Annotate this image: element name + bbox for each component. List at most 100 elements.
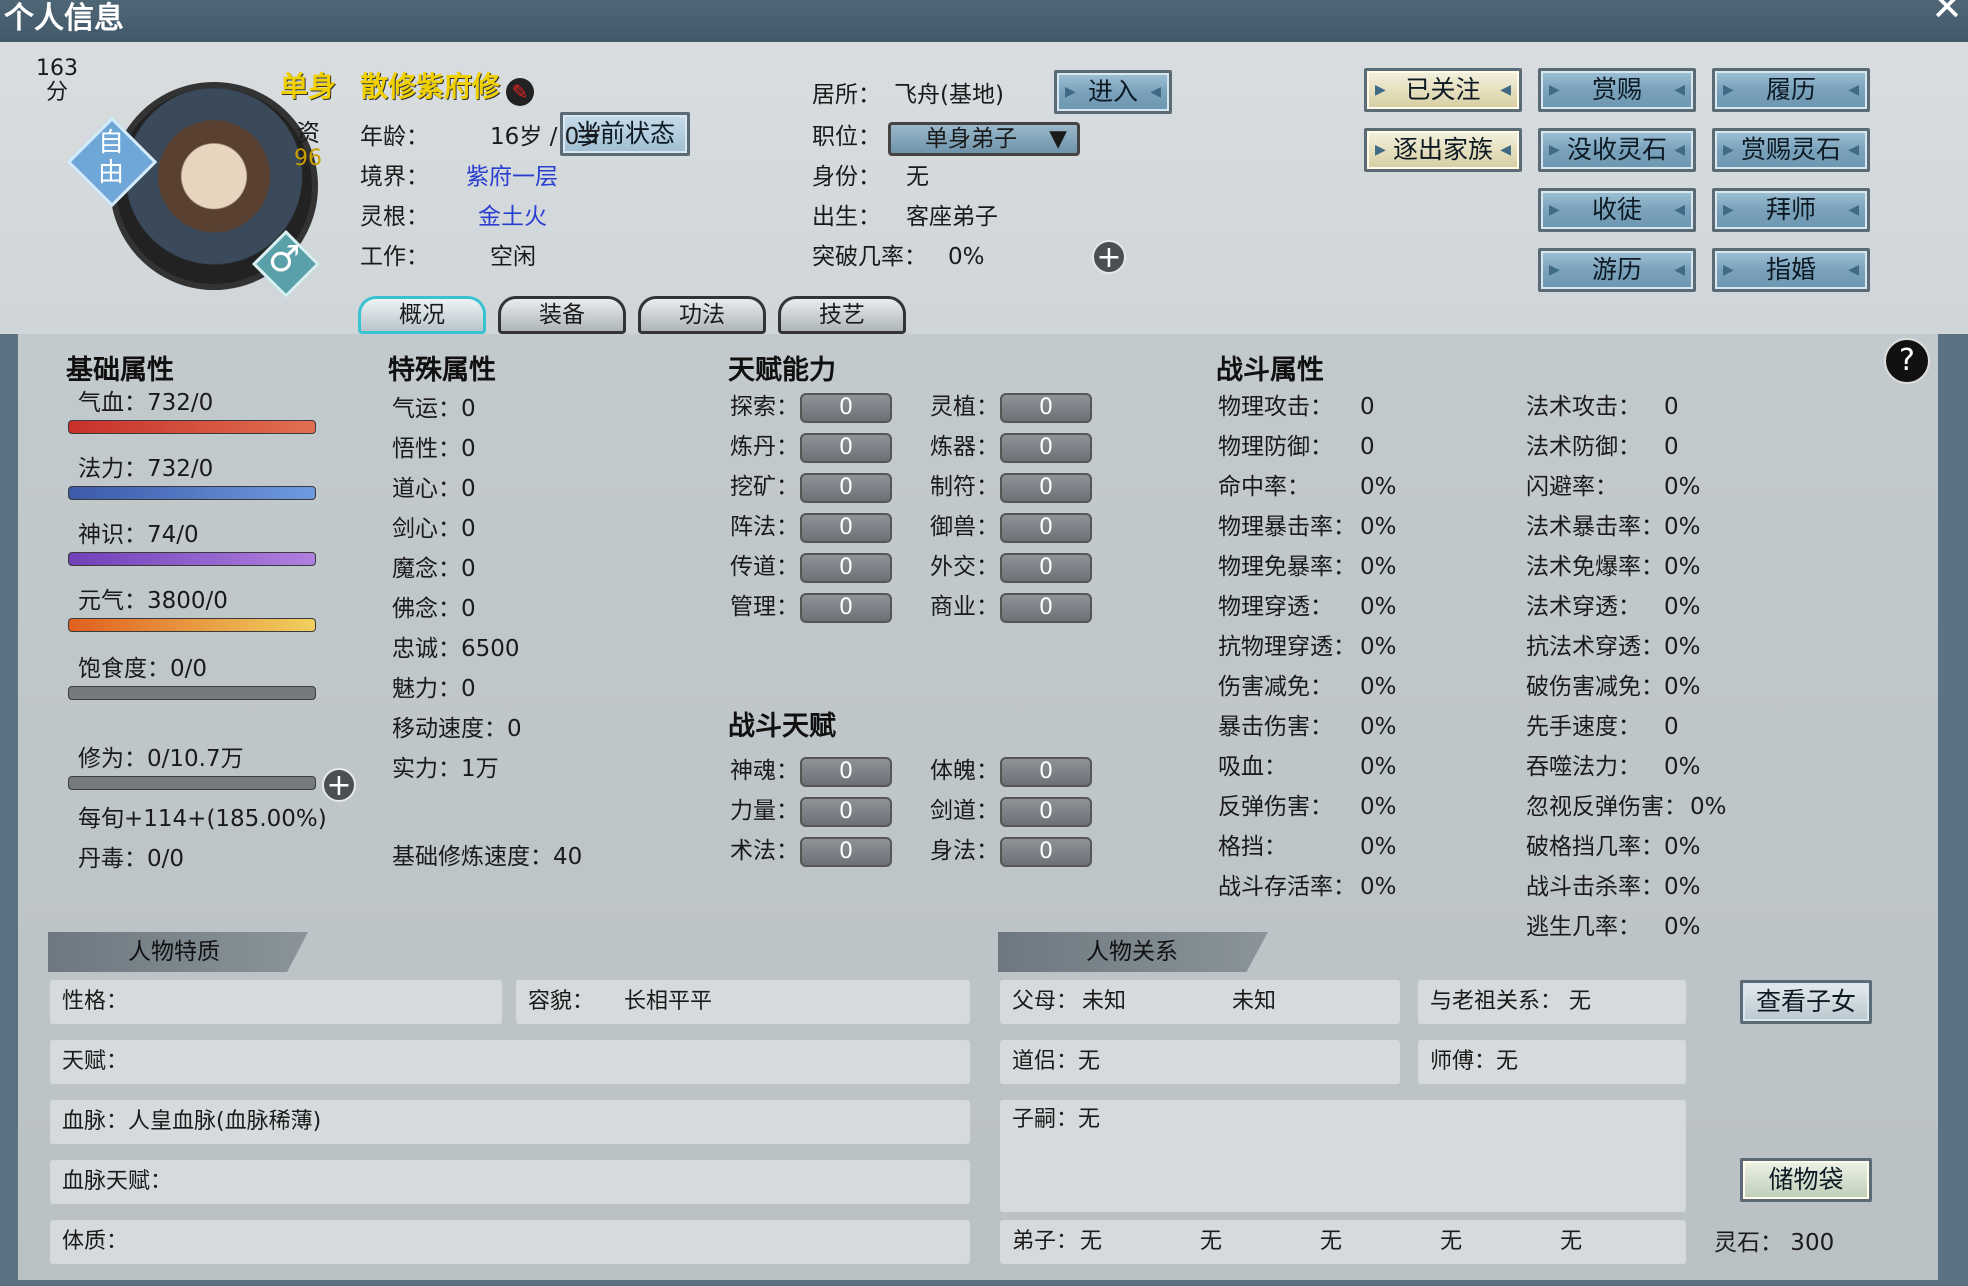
stat-label: 先手速度： bbox=[1526, 714, 1641, 740]
reward-button[interactable]: 赏赐 bbox=[1538, 68, 1696, 112]
disciples-field: 弟子：无无无无无 bbox=[1000, 1220, 1686, 1264]
stat-label: 传道： bbox=[730, 554, 799, 580]
physique-field: 体质： bbox=[50, 1220, 970, 1264]
looks-field: 容貌： 长相平平 bbox=[516, 980, 970, 1024]
root-label: 灵根： bbox=[360, 204, 429, 230]
travel-button[interactable]: 游历 bbox=[1538, 248, 1696, 292]
parent-2[interactable]: 未知 bbox=[1232, 989, 1276, 1014]
disciple-slot[interactable]: 无 bbox=[1320, 1229, 1342, 1254]
stat-value: 0% bbox=[1360, 594, 1397, 620]
combat-title: 战斗属性 bbox=[1216, 355, 1324, 386]
basic-title: 基础属性 bbox=[66, 355, 174, 386]
expel-button[interactable]: 逐出家族 bbox=[1364, 128, 1522, 172]
talent-value: 0 bbox=[1000, 433, 1092, 463]
special-item: 佛念：0 bbox=[392, 596, 476, 622]
talent-value: 0 bbox=[800, 433, 892, 463]
disciple-slot[interactable]: 无 bbox=[1560, 1229, 1582, 1254]
gift-field: 天赋： bbox=[50, 1040, 970, 1084]
parent-1[interactable]: 未知 bbox=[1082, 989, 1126, 1014]
arrange-marriage-button[interactable]: 指婚 bbox=[1712, 248, 1870, 292]
birth-value: 客座弟子 bbox=[906, 204, 998, 230]
cultivation-plus-icon[interactable]: + bbox=[322, 768, 356, 802]
stat-label: 体魄： bbox=[930, 758, 999, 784]
help-icon[interactable]: ? bbox=[1884, 338, 1930, 384]
special-item: 移动速度：0 bbox=[392, 716, 522, 742]
battle-talent-value: 0 bbox=[800, 797, 892, 827]
male-icon: ♂ bbox=[268, 239, 301, 280]
food-text: 饱食度：0/0 bbox=[78, 656, 208, 682]
seek-master-button[interactable]: 拜师 bbox=[1712, 188, 1870, 232]
base-speed: 基础修炼速度：40 bbox=[392, 844, 583, 870]
stat-label: 力量： bbox=[730, 798, 799, 824]
stat-value: 0% bbox=[1664, 754, 1701, 780]
talent-value: 0 bbox=[1000, 393, 1092, 423]
cultivation-text: 修为：0/10.7万 bbox=[78, 746, 244, 772]
close-icon[interactable]: ✕ bbox=[1920, 0, 1968, 26]
stat-value: 0 bbox=[1664, 714, 1679, 740]
take-disciple-button[interactable]: 收徒 bbox=[1538, 188, 1696, 232]
marital-status: 单身 bbox=[280, 70, 337, 103]
stat-label: 战斗击杀率： bbox=[1526, 874, 1664, 900]
tab-crafts[interactable]: 技艺 bbox=[778, 296, 906, 334]
breakthrough-label: 突破几率： bbox=[812, 244, 927, 270]
tab-overview[interactable]: 概况 bbox=[358, 296, 486, 334]
cultivation-bar bbox=[68, 776, 316, 790]
stat-label: 法术免爆率： bbox=[1526, 554, 1664, 580]
ancestor-field: 与老祖关系： 无 bbox=[1418, 980, 1686, 1024]
special-item: 道心：0 bbox=[392, 476, 476, 502]
special-item: 悟性：0 bbox=[392, 436, 476, 462]
stat-label: 破伤害减免： bbox=[1526, 674, 1664, 700]
stat-value: 0 bbox=[1360, 434, 1375, 460]
stat-value: 0% bbox=[1360, 674, 1397, 700]
battle-talent-value: 0 bbox=[1000, 757, 1092, 787]
stat-value: 0% bbox=[1360, 514, 1397, 540]
talent-value: 0 bbox=[800, 593, 892, 623]
residence-value: 飞舟(基地) bbox=[894, 82, 1004, 108]
tab-equipment[interactable]: 装备 bbox=[498, 296, 626, 334]
age-value: 16岁 / 0岁 bbox=[490, 124, 603, 150]
confiscate-stone-button[interactable]: 没收灵石 bbox=[1538, 128, 1696, 172]
stat-label: 物理攻击： bbox=[1218, 394, 1333, 420]
stat-label: 法术暴击率： bbox=[1526, 514, 1664, 540]
stat-label: 吸血： bbox=[1218, 754, 1287, 780]
mp-bar bbox=[68, 486, 316, 500]
storage-bag-button[interactable]: 储物袋 bbox=[1740, 1158, 1872, 1202]
stat-label: 战斗存活率： bbox=[1218, 874, 1356, 900]
history-button[interactable]: 履历 bbox=[1712, 68, 1870, 112]
root-value: 金土火 bbox=[478, 204, 547, 230]
special-item: 实力：1万 bbox=[392, 756, 499, 782]
follow-button[interactable]: 已关注 bbox=[1364, 68, 1522, 112]
special-title: 特殊属性 bbox=[388, 355, 496, 386]
stat-label: 商业： bbox=[930, 594, 999, 620]
disciples-label: 弟子： bbox=[1012, 1229, 1079, 1254]
disciple-slot[interactable]: 无 bbox=[1080, 1229, 1102, 1254]
stat-label: 神魂： bbox=[730, 758, 799, 784]
stat-label: 吞噬法力： bbox=[1526, 754, 1641, 780]
stat-value: 0% bbox=[1664, 634, 1701, 660]
stat-label: 破格挡几率： bbox=[1526, 834, 1664, 860]
reward-stone-button[interactable]: 赏赐灵石 bbox=[1712, 128, 1870, 172]
score-unit: 分 bbox=[46, 80, 69, 105]
stat-label: 外交： bbox=[930, 554, 999, 580]
position-dropdown[interactable]: 单身弟子 ▼ bbox=[888, 122, 1080, 156]
disciple-slot[interactable]: 无 bbox=[1440, 1229, 1462, 1254]
aptitude-value: 96 bbox=[294, 146, 322, 171]
tab-skills[interactable]: 功法 bbox=[638, 296, 766, 334]
special-item: 魔念：0 bbox=[392, 556, 476, 582]
brush-icon[interactable]: ✎ bbox=[506, 78, 534, 106]
bloodline-field: 血脉：人皇血脉(血脉稀薄) bbox=[50, 1100, 970, 1144]
view-children-button[interactable]: 查看子女 bbox=[1740, 980, 1872, 1024]
breakthrough-plus-icon[interactable]: + bbox=[1092, 240, 1126, 274]
battle-talent-title: 战斗天赋 bbox=[728, 711, 836, 742]
stat-label: 格挡： bbox=[1218, 834, 1287, 860]
hp-text: 气血：732/0 bbox=[78, 390, 214, 416]
stat-value: 0% bbox=[1360, 714, 1397, 740]
enter-button[interactable]: 进入 bbox=[1054, 70, 1172, 114]
parents-field: 父母： 未知 未知 bbox=[1000, 980, 1400, 1024]
profile-header: 163 分 自由 ♂ 资 96 单身 散修紫府修 ✎ 当前状态 年龄： 16岁 … bbox=[0, 42, 1968, 334]
disciple-slot[interactable]: 无 bbox=[1200, 1229, 1222, 1254]
stat-value: 0% bbox=[1360, 794, 1397, 820]
special-item: 气运：0 bbox=[392, 396, 476, 422]
title-bar: 个人信息 ✕ bbox=[0, 0, 1968, 42]
personality-field: 性格： bbox=[50, 980, 502, 1024]
